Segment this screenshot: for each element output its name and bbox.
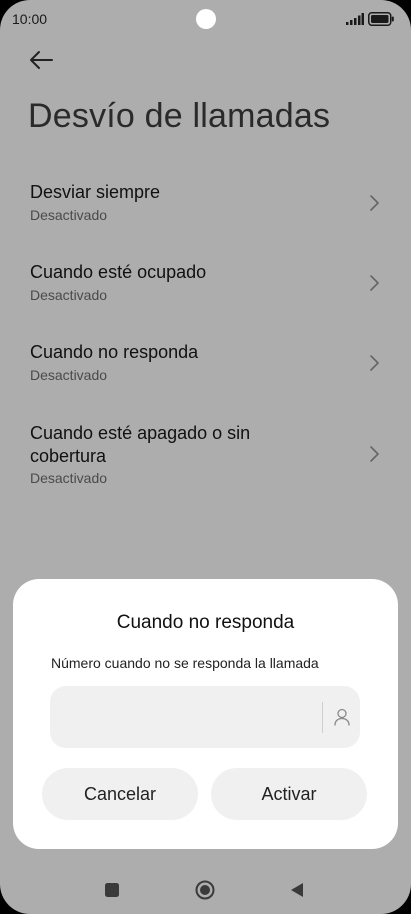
circle-icon[interactable]: [194, 879, 216, 901]
item-subtitle: Desactivado: [30, 287, 108, 303]
chevron-right-icon: [370, 355, 379, 371]
item-title: Cuando no responda: [30, 342, 199, 362]
front-camera: [196, 9, 216, 29]
page-title: Desvío de llamadas: [28, 97, 331, 135]
item-title: Cuando esté apagado o sin cobertura: [30, 423, 251, 466]
chevron-right-icon: [370, 275, 379, 291]
list-item-when-busy[interactable]: Cuando esté ocupado Desactivado: [0, 252, 411, 322]
dialog-title: Cuando no responda: [116, 612, 295, 633]
item-subtitle: Desactivado: [30, 207, 108, 223]
person-icon[interactable]: [330, 705, 354, 729]
triangle-back-icon[interactable]: [286, 879, 308, 901]
item-title: Cuando esté ocupado: [30, 262, 207, 282]
phone-screen: 10:00 Desvío de llamadas Desviar siempre…: [0, 0, 411, 914]
signal-icon: [346, 13, 364, 25]
navigation-bar: [0, 860, 411, 914]
item-subtitle: Desactivado: [30, 470, 108, 486]
battery-icon: [368, 12, 394, 26]
phone-number-input[interactable]: [64, 686, 308, 750]
status-bar: 10:00: [0, 0, 411, 36]
list-item-no-answer[interactable]: Cuando no responda Desactivado: [0, 332, 411, 402]
item-subtitle: Desactivado: [30, 367, 108, 383]
cancel-button[interactable]: Cancelar: [42, 768, 198, 820]
status-time: 10:00: [12, 11, 48, 27]
activate-button[interactable]: Activar: [211, 768, 367, 820]
field-divider: [322, 702, 323, 733]
arrow-left-icon: [30, 51, 53, 69]
no-answer-dialog: Cuando no responda Número cuando no se r…: [13, 579, 398, 849]
list-item-always-forward[interactable]: Desviar siempre Desactivado: [0, 172, 411, 242]
item-title: Desviar siempre: [30, 182, 161, 202]
chevron-right-icon: [370, 195, 379, 211]
field-label: Número cuando no se responda la llamada: [51, 655, 319, 671]
square-icon[interactable]: [101, 879, 123, 901]
list-item-unreachable[interactable]: Cuando esté apagado o sin cobertura Desa…: [0, 412, 411, 492]
chevron-right-icon: [370, 446, 379, 462]
number-field: [50, 686, 360, 750]
back-button[interactable]: [26, 46, 56, 74]
